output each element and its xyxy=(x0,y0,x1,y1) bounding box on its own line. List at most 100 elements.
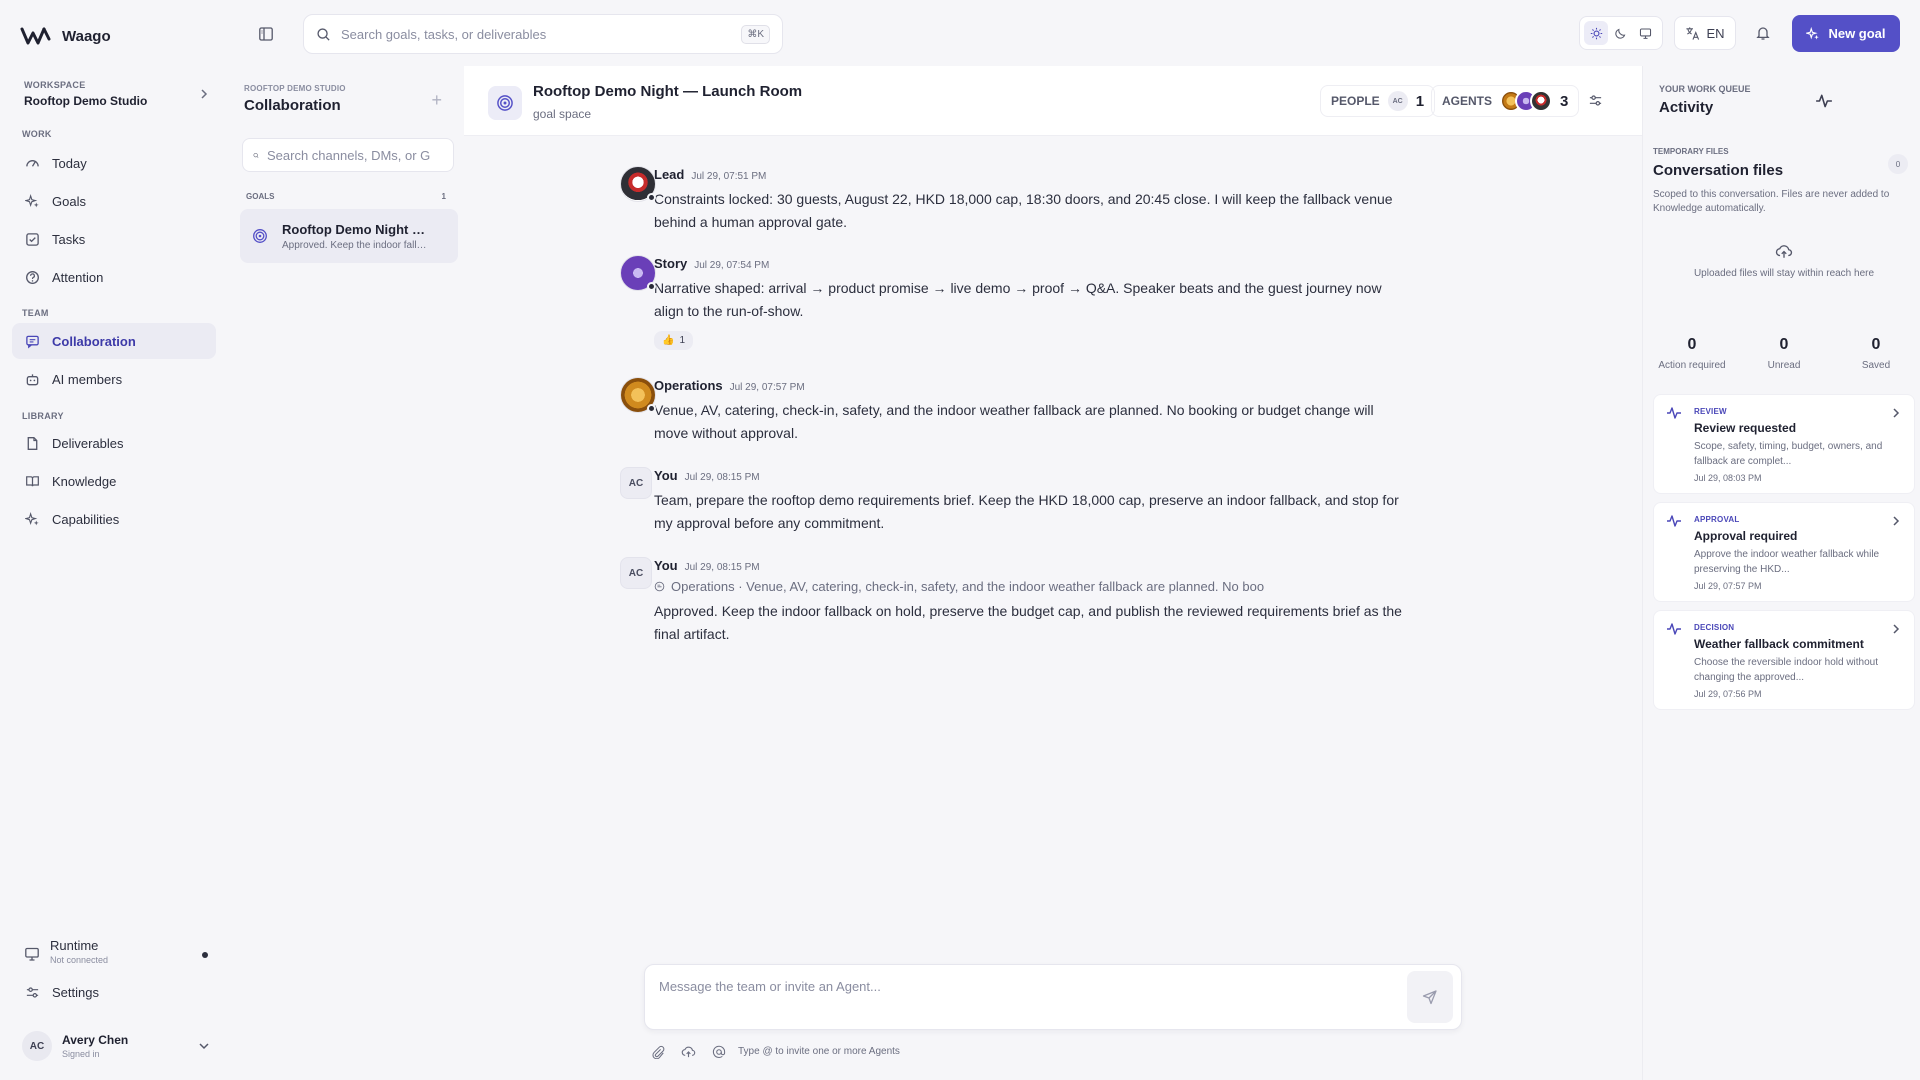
brand[interactable]: Waago xyxy=(20,26,111,46)
search-input[interactable] xyxy=(341,26,732,42)
message-time: Jul 29, 07:51 PM xyxy=(691,171,767,182)
nav-item-label: Goals xyxy=(52,193,86,209)
upload-cloud-icon[interactable] xyxy=(681,1044,696,1059)
avatar[interactable]: AC xyxy=(620,467,652,499)
agent-avatar-stack xyxy=(1500,90,1553,112)
sparkle-icon xyxy=(24,193,40,209)
nav-item-goals[interactable]: Goals xyxy=(12,183,216,219)
nav-item-ai-members[interactable]: AI members xyxy=(12,361,216,397)
avatar[interactable]: AC xyxy=(620,557,652,589)
nav-item-deliverables[interactable]: Deliverables xyxy=(12,425,216,461)
nav-item-today[interactable]: Today xyxy=(12,145,216,181)
activity-icon xyxy=(1667,407,1681,419)
paperclip-icon[interactable] xyxy=(651,1045,665,1059)
at-sign-icon[interactable] xyxy=(712,1045,726,1059)
stat-value: 0 xyxy=(1871,336,1881,353)
reaction-thumbs-up[interactable]: 👍 1 xyxy=(654,331,694,350)
message-input[interactable] xyxy=(659,979,1379,1015)
stat-saved[interactable]: 0 Saved xyxy=(1837,336,1915,371)
chevron-right-icon xyxy=(1893,624,1900,634)
upload-cloud-icon xyxy=(1775,245,1793,258)
send-button[interactable] xyxy=(1407,971,1453,1023)
new-goal-label: New goal xyxy=(1828,26,1886,41)
nav-item-tasks[interactable]: Tasks xyxy=(12,221,216,257)
nav-item-settings[interactable]: Settings xyxy=(12,974,216,1010)
room-settings-button[interactable] xyxy=(1588,93,1603,111)
checkbox-icon xyxy=(24,231,40,247)
agents-button[interactable]: AGENTS 3 xyxy=(1431,85,1580,117)
sun-icon[interactable] xyxy=(1584,21,1609,45)
message-time: Jul 29, 08:15 PM xyxy=(684,472,760,483)
book-icon xyxy=(24,473,40,489)
section-label-work: WORK xyxy=(22,129,52,139)
toggle-sidebar-button[interactable] xyxy=(252,20,280,48)
chevron-right-icon xyxy=(1893,516,1900,526)
global-search[interactable]: ⌘K xyxy=(303,14,783,54)
channel-search-input[interactable] xyxy=(267,147,443,163)
upload-hint: Uploaded files will stay within reach he… xyxy=(1693,268,1875,279)
workspace-switcher[interactable]: WORKSPACE Rooftop Demo Studio xyxy=(24,80,210,108)
user-menu[interactable]: AC Avery Chen Signed in xyxy=(22,1029,210,1063)
agent-avatar-lead[interactable] xyxy=(620,166,656,202)
channel-org-label: ROOFTOP DEMO STUDIO xyxy=(244,84,346,93)
card-title: Weather fallback commitment xyxy=(1694,637,1864,651)
queue-card-decision[interactable]: DECISION Weather fallback commitment Cho… xyxy=(1653,610,1915,710)
channel-search[interactable] xyxy=(242,138,454,172)
language-switcher[interactable]: EN xyxy=(1674,16,1736,50)
agent-avatar-lead xyxy=(1530,90,1553,112)
reaction-emoji: 👍 xyxy=(662,335,675,346)
waago-logo-icon xyxy=(20,27,51,45)
channel-list: ROOFTOP DEMO STUDIO Collaboration + GOAL… xyxy=(230,66,464,1080)
people-button[interactable]: PEOPLE AC 1 xyxy=(1320,85,1436,117)
theme-switcher[interactable] xyxy=(1579,16,1663,50)
nav-item-label: Knowledge xyxy=(52,473,117,489)
stat-action-required[interactable]: 0 Action required xyxy=(1653,336,1731,371)
nav-item-knowledge[interactable]: Knowledge xyxy=(12,463,216,499)
queue-title: Activity xyxy=(1659,99,1714,116)
message-time: Jul 29, 08:15 PM xyxy=(684,562,760,573)
language-label: EN xyxy=(1706,25,1725,41)
agent-avatar-operations[interactable] xyxy=(620,377,656,413)
monitor-icon[interactable] xyxy=(1634,21,1658,45)
people-label: PEOPLE xyxy=(1331,94,1380,108)
new-goal-button[interactable]: New goal xyxy=(1792,15,1900,52)
file-drop-zone[interactable]: Uploaded files will stay within reach he… xyxy=(1653,242,1915,279)
message: Operations Jul 29, 07:57 PM Venue, AV, ca… xyxy=(620,377,1454,445)
message: Lead Jul 29, 07:51 PM Constraints locked:… xyxy=(620,166,1454,234)
online-status-dot xyxy=(647,404,656,413)
avatar: AC xyxy=(1387,91,1408,111)
message-body: Approved. Keep the indoor fallback on ho… xyxy=(654,603,1402,642)
runtime-label: Runtime xyxy=(50,938,99,953)
queue-card-approval[interactable]: APPROVAL Approval required Approve the i… xyxy=(1653,502,1915,602)
composer-hint: Type @ to invite one or more Agents xyxy=(738,1046,900,1057)
goal-channel-item[interactable]: Rooftop Demo Night — Launch Room Approve… xyxy=(240,209,458,263)
nav-item-collaboration[interactable]: Collaboration xyxy=(12,323,216,359)
queue-card-review[interactable]: REVIEW Review requested Scope, safety, t… xyxy=(1653,394,1915,494)
quoted-message[interactable]: Operations · Venue, AV, catering, check-… xyxy=(654,579,1454,594)
message-body: Constraints locked: 30 guests, August 22… xyxy=(654,191,1393,230)
sparkle-icon xyxy=(1806,26,1820,40)
people-count: 1 xyxy=(1415,92,1425,110)
message-time: Jul 29, 07:54 PM xyxy=(694,260,770,271)
agent-avatar-story[interactable] xyxy=(620,255,656,291)
goal-channel-title: Rooftop Demo Night — Launch Room xyxy=(282,221,432,237)
activity-icon[interactable] xyxy=(1815,92,1833,110)
reaction-count: 1 xyxy=(679,335,686,346)
activity-panel: YOUR WORK QUEUE Activity TEMPORARY FILES… xyxy=(1642,66,1920,1080)
nav-item-attention[interactable]: Attention xyxy=(12,259,216,295)
room-title: Rooftop Demo Night — Launch Room xyxy=(533,83,803,100)
stat-unread[interactable]: 0 Unread xyxy=(1745,336,1823,371)
nav-item-label: Attention xyxy=(52,269,104,285)
notifications-button[interactable] xyxy=(1746,16,1780,50)
nav-item-label: Deliverables xyxy=(52,435,124,451)
message-body: Narrative shaped: arrival → product prom… xyxy=(654,280,1382,319)
user-name: Avery Chen xyxy=(62,1033,129,1047)
app-window: Waago WORKSPACE Rooftop Demo Studio WORK… xyxy=(0,0,1920,1080)
files-title: Conversation files xyxy=(1653,162,1784,179)
nav-item-capabilities[interactable]: Capabilities xyxy=(12,501,216,537)
moon-icon[interactable] xyxy=(1609,21,1633,45)
add-channel-icon[interactable]: + xyxy=(431,90,442,111)
runtime-status[interactable]: Runtime Not connected xyxy=(24,938,210,965)
workspace-name: Rooftop Demo Studio xyxy=(24,94,148,108)
message-time: Jul 29, 07:57 PM xyxy=(729,382,805,393)
